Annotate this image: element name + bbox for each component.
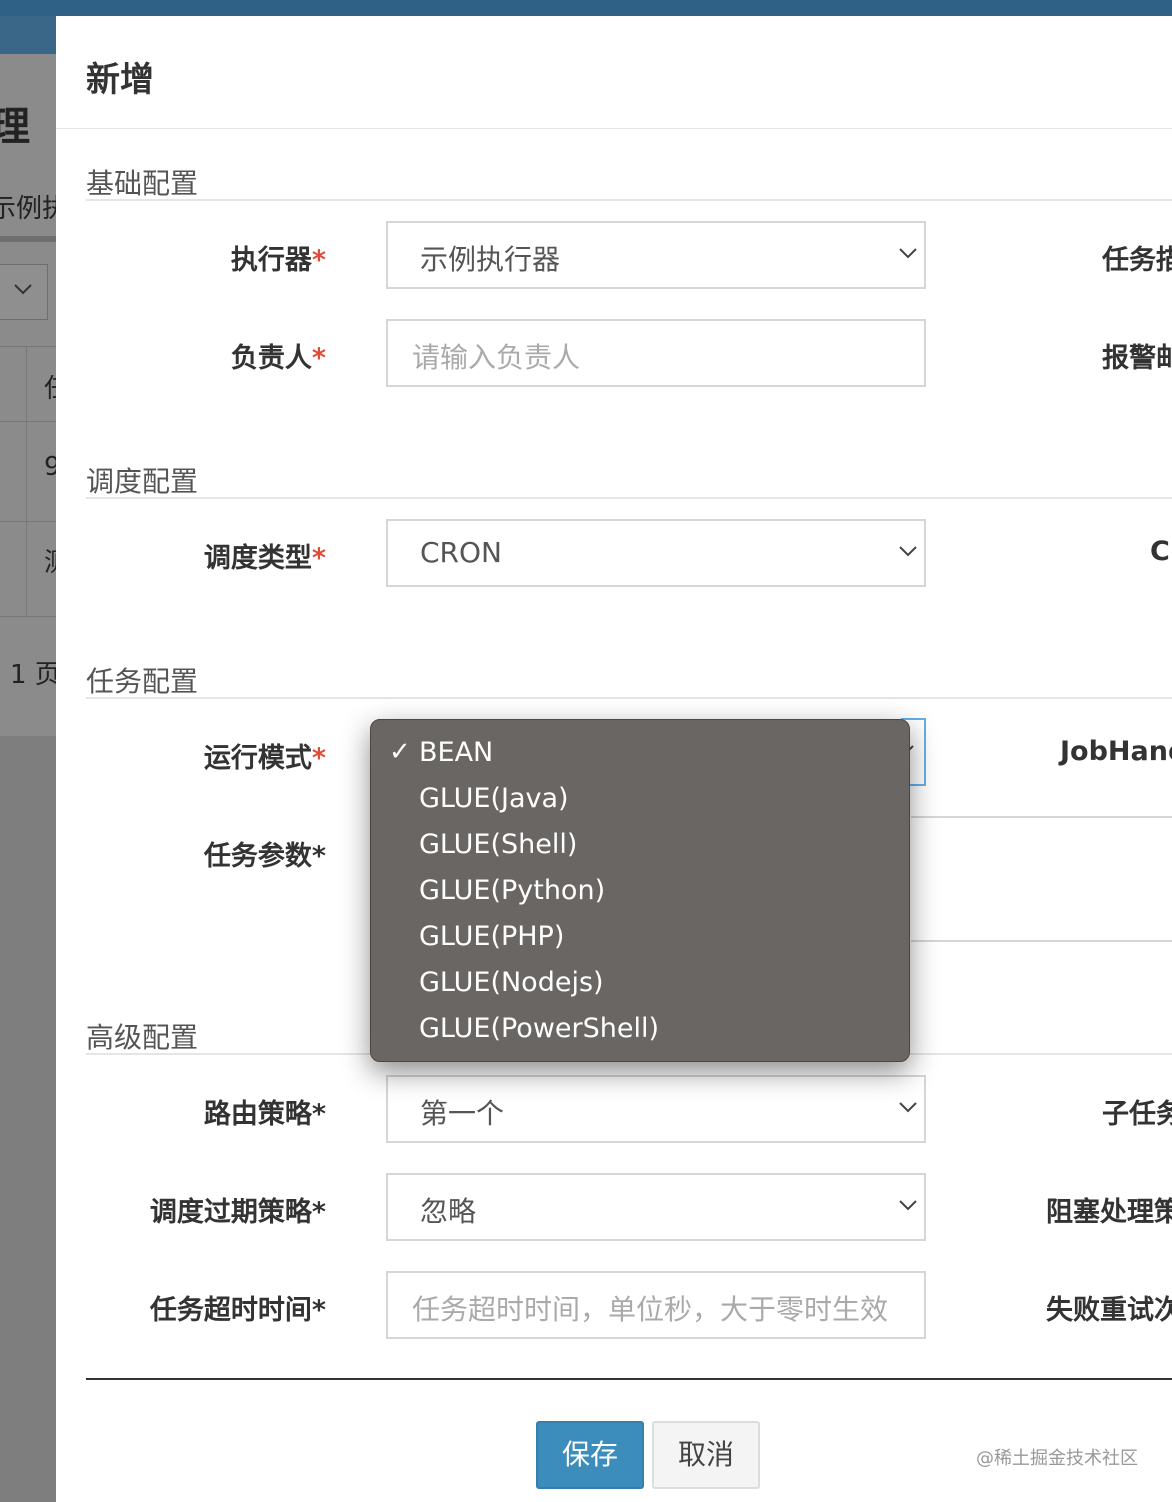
schedule-type-label: 调度类型* — [203, 543, 326, 574]
run-mode-label: 运行模式* — [203, 743, 326, 774]
background-table-line — [0, 616, 56, 617]
section-advanced-title: 高级配置 — [86, 1021, 199, 1054]
background-row-fragment: 任 — [44, 368, 56, 405]
footer-divider — [86, 1378, 1172, 1380]
background-page: 理 示例执 任 9 测 1 页 — [0, 16, 56, 736]
option-label: BEAN — [419, 737, 494, 768]
save-button[interactable]: 保存 — [536, 1421, 644, 1489]
section-schedule-title: 调度配置 — [86, 465, 199, 498]
cancel-button[interactable]: 取消 — [652, 1421, 760, 1489]
cron-label: C — [1150, 536, 1170, 567]
modal-title: 新增 — [86, 60, 154, 100]
background-row-fragment: 测 — [44, 542, 56, 579]
run-mode-dropdown-menu: ✓ BEAN GLUE(Java) GLUE(Shell) GLUE(Pytho… — [370, 719, 910, 1062]
fail-retry-label: 失败重试次 — [1046, 1295, 1172, 1326]
modal-header-divider — [56, 128, 1172, 129]
checkmark-icon: ✓ — [389, 737, 411, 767]
alarm-email-label: 报警邮 — [1102, 343, 1172, 374]
route-strategy-label: 路由策略* — [203, 1099, 326, 1130]
job-handler-label: JobHand — [1060, 736, 1172, 767]
timeout-label: 任务超时时间* — [149, 1295, 326, 1326]
option-label: GLUE(Nodejs) — [419, 967, 604, 998]
route-strategy-value: 第一个 — [420, 1097, 505, 1130]
background-tab-underline — [0, 236, 56, 242]
chevron-down-icon — [899, 546, 917, 557]
background-table-line — [0, 421, 56, 422]
run-mode-option-glue-java[interactable]: GLUE(Java) — [371, 778, 909, 824]
chevron-down-icon — [14, 284, 32, 295]
background-pager-fragment: 1 页 — [10, 660, 56, 690]
run-mode-option-glue-powershell[interactable]: GLUE(PowerShell) — [371, 1008, 909, 1054]
background-header — [0, 16, 56, 54]
run-mode-option-glue-php[interactable]: GLUE(PHP) — [371, 916, 909, 962]
task-desc-label: 任务描 — [1102, 245, 1172, 276]
top-navbar — [0, 0, 1172, 16]
section-task-title: 任务配置 — [86, 665, 199, 698]
executor-select-value: 示例执行器 — [420, 243, 561, 276]
chevron-down-icon — [899, 1102, 917, 1113]
chevron-down-icon — [899, 1200, 917, 1211]
background-table-line — [0, 521, 56, 522]
option-label: GLUE(PowerShell) — [419, 1013, 660, 1044]
section-divider — [86, 497, 1172, 499]
task-param-label: 任务参数* — [203, 841, 326, 872]
owner-label: 负责人* — [230, 343, 326, 374]
watermark: @稀土掘金技术社区 — [976, 1448, 1138, 1469]
background-executor-select — [0, 264, 48, 320]
section-divider — [86, 697, 1172, 699]
run-mode-option-bean[interactable]: ✓ BEAN — [371, 732, 909, 778]
schedule-type-select[interactable]: CRON — [386, 519, 926, 587]
owner-input[interactable]: 请输入负责人 — [386, 319, 926, 387]
run-mode-option-glue-shell[interactable]: GLUE(Shell) — [371, 824, 909, 870]
background-title-fragment: 理 — [0, 104, 30, 150]
route-strategy-select[interactable]: 第一个 — [386, 1075, 926, 1143]
option-label: GLUE(Java) — [419, 783, 569, 814]
chevron-down-icon — [899, 248, 917, 259]
background-table-divider — [26, 346, 27, 616]
section-divider — [86, 199, 1172, 201]
executor-select[interactable]: 示例执行器 — [386, 221, 926, 289]
option-label: GLUE(Python) — [419, 875, 606, 906]
run-mode-option-glue-nodejs[interactable]: GLUE(Nodejs) — [371, 962, 909, 1008]
owner-input-placeholder: 请输入负责人 — [412, 341, 581, 374]
section-basic-title: 基础配置 — [86, 167, 199, 200]
run-mode-option-glue-python[interactable]: GLUE(Python) — [371, 870, 909, 916]
option-label: GLUE(Shell) — [419, 829, 578, 860]
task-param-textarea[interactable] — [911, 816, 1172, 942]
misfire-strategy-select[interactable]: 忽略 — [386, 1173, 926, 1241]
misfire-strategy-label: 调度过期策略* — [149, 1197, 326, 1228]
child-task-label: 子任务 — [1102, 1099, 1172, 1130]
timeout-input-placeholder: 任务超时时间，单位秒，大于零时生效 — [412, 1293, 889, 1326]
executor-label: 执行器* — [230, 245, 326, 276]
background-executor-fragment: 示例执 — [0, 194, 56, 224]
option-label: GLUE(PHP) — [419, 921, 565, 952]
background-row-fragment: 9 — [44, 452, 56, 482]
schedule-type-value: CRON — [420, 536, 502, 569]
background-table-line — [0, 346, 56, 347]
misfire-strategy-value: 忽略 — [420, 1195, 477, 1228]
timeout-input[interactable]: 任务超时时间，单位秒，大于零时生效 — [386, 1271, 926, 1339]
block-strategy-label: 阻塞处理策 — [1046, 1197, 1172, 1228]
